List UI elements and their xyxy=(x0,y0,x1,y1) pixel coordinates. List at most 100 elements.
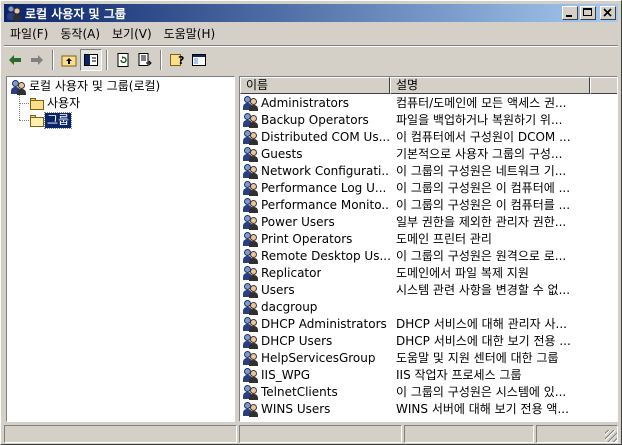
group-description: 시스템 관련 사항을 변경할 수 없... xyxy=(396,283,571,297)
group-description: 도메인에서 파일 복제 지원 xyxy=(396,266,529,280)
table-row[interactable]: Backup Operators 파일을 백업하거나 복원하기 위... xyxy=(240,111,590,128)
show-hide-tree-button[interactable] xyxy=(80,49,102,71)
cell-name: Guests xyxy=(240,146,390,162)
cell-name: dacgroup xyxy=(240,299,390,315)
console-button[interactable] xyxy=(188,49,210,71)
group-description: 컴퓨터/도메인에 모든 액세스 권... xyxy=(396,96,567,110)
cell-name: Network Configurati... xyxy=(240,163,390,179)
table-row[interactable]: Replicator 도메인에서 파일 복제 지원 xyxy=(240,264,590,281)
cell-name: Replicator xyxy=(240,265,390,281)
tree-item-groups[interactable]: 그룹 xyxy=(29,112,73,129)
cell-name: Distributed COM Us... xyxy=(240,129,390,145)
tree-item-users[interactable]: 사용자 xyxy=(29,95,82,112)
title-bar[interactable]: 로컬 사용자 및 그룹 xyxy=(4,4,618,22)
resize-grip[interactable] xyxy=(605,430,617,442)
table-row[interactable]: DHCP Administrators DHCP 서비스에 대해 관리자 사... xyxy=(240,315,590,332)
status-bar xyxy=(4,425,618,443)
cell-name: Remote Desktop Us... xyxy=(240,248,390,264)
table-row[interactable]: Guests 기본적으로 사용자 그룹의 구성... xyxy=(240,145,590,162)
toolbar-divider xyxy=(52,50,54,70)
table-row[interactable]: Print Operators 도메인 프린터 관리 xyxy=(240,230,590,247)
group-icon xyxy=(243,248,259,264)
show-hide-tree-icon xyxy=(84,54,98,66)
back-button[interactable] xyxy=(4,49,26,71)
cell-name: Administrators xyxy=(240,95,390,111)
tree-pane[interactable]: 로컬 사용자 및 그룹(로컬) 사용자 그룹 xyxy=(6,76,235,422)
close-button[interactable] xyxy=(600,6,616,20)
export-list-icon xyxy=(138,53,152,66)
cell-name: Backup Operators xyxy=(240,112,390,128)
group-icon xyxy=(243,350,259,366)
group-icon xyxy=(243,384,259,400)
table-row[interactable]: Network Configurati... 이 그룹의 구성원은 네트워크 기.… xyxy=(240,162,590,179)
console-icon xyxy=(192,54,206,66)
folder-icon xyxy=(29,97,45,111)
tree-connector xyxy=(19,95,20,120)
table-row[interactable]: dacgroup xyxy=(240,298,590,315)
column-header-name[interactable]: 이름 xyxy=(240,77,390,94)
help-button[interactable]: ? xyxy=(166,49,188,71)
tree-root[interactable]: 로컬 사용자 및 그룹(로컬) xyxy=(11,78,162,95)
group-description: DHCP 서비스에 대한 보기 전용 ... xyxy=(396,334,571,348)
minimize-button[interactable] xyxy=(562,6,578,20)
cell-name: DHCP Users xyxy=(240,333,390,349)
group-description: 도메인 프린터 관리 xyxy=(396,232,492,246)
help-icon: ? xyxy=(170,54,184,67)
group-name: Performance Log U... xyxy=(261,180,387,195)
group-name: WINS Users xyxy=(261,401,331,416)
open-folder-icon xyxy=(29,114,45,128)
table-row[interactable]: WINS Users WINS 서버에 대해 보기 전용 액... xyxy=(240,400,590,417)
up-one-level-button[interactable] xyxy=(58,49,80,71)
status-cell xyxy=(4,425,237,443)
menu-bar: 파일(F) 동작(A) 보기(V) 도움말(H) xyxy=(4,24,618,44)
table-row[interactable]: IIS_WPG IIS 작업자 프로세스 그룹 xyxy=(240,366,590,383)
group-icon xyxy=(243,197,259,213)
window-title: 로컬 사용자 및 그룹 xyxy=(25,6,126,21)
tree-connector xyxy=(19,103,29,104)
group-description: WINS 서버에 대해 보기 전용 액... xyxy=(396,402,569,416)
cell-name: Performance Monito... xyxy=(240,197,390,213)
cell-name: HelpServicesGroup xyxy=(240,350,390,366)
group-description: 파일을 백업하거나 복원하기 위... xyxy=(396,113,563,127)
status-cell xyxy=(404,425,534,443)
users-groups-icon xyxy=(6,5,22,21)
table-row[interactable]: Performance Monito... 이 그룹의 구성원은 이 컴퓨터를 .… xyxy=(240,196,590,213)
column-header-description[interactable]: 설명 xyxy=(390,77,590,94)
export-list-button[interactable] xyxy=(134,49,156,71)
group-description: 이 컴퓨터에서 구성원이 DCOM ... xyxy=(396,130,571,144)
group-name: Guests xyxy=(261,146,303,161)
cell-name: TelnetClients xyxy=(240,384,390,400)
menu-file[interactable]: 파일(F) xyxy=(4,25,54,43)
group-description: 이 그룹의 구성원은 이 컴퓨터를 ... xyxy=(396,198,571,212)
list-pane[interactable]: 이름 설명 Administrators 컴퓨터/도메인에 모든 액세스 권...… xyxy=(239,76,618,422)
group-description: 기본적으로 사용자 그룹의 구성... xyxy=(396,147,563,161)
table-row[interactable]: DHCP Users DHCP 서비스에 대한 보기 전용 ... xyxy=(240,332,590,349)
maximize-button[interactable] xyxy=(580,6,596,20)
table-row[interactable]: Administrators 컴퓨터/도메인에 모든 액세스 권... xyxy=(240,94,590,111)
cell-name: DHCP Administrators xyxy=(240,316,390,332)
table-row[interactable]: TelnetClients 이 그룹의 구성원은 시스템에 있... xyxy=(240,383,590,400)
group-icon xyxy=(243,129,259,145)
cell-name: Performance Log U... xyxy=(240,180,390,196)
group-icon xyxy=(243,95,259,111)
group-icon xyxy=(243,265,259,281)
back-arrow-icon xyxy=(9,55,21,65)
menu-action[interactable]: 동작(A) xyxy=(54,25,106,43)
group-name: Distributed COM Us... xyxy=(261,129,390,144)
table-row[interactable]: Users 시스템 관련 사항을 변경할 수 없... xyxy=(240,281,590,298)
toolbar-divider xyxy=(160,50,162,70)
table-row[interactable]: HelpServicesGroup 도움말 및 지원 센터에 대한 그룹 xyxy=(240,349,590,366)
menu-view[interactable]: 보기(V) xyxy=(106,25,158,43)
group-description: 이 그룹의 구성원은 원격으로 로... xyxy=(396,249,567,263)
table-row[interactable]: Performance Log U... 이 그룹의 구성원은 이 컴퓨터에 ..… xyxy=(240,179,590,196)
group-icon xyxy=(243,112,259,128)
table-row[interactable]: Distributed COM Us... 이 컴퓨터에서 구성원이 DCOM .… xyxy=(240,128,590,145)
status-cell xyxy=(536,425,618,443)
menu-help[interactable]: 도움말(H) xyxy=(158,25,222,43)
tree-connector xyxy=(19,120,29,121)
group-name: Performance Monito... xyxy=(261,197,390,212)
refresh-button[interactable] xyxy=(112,49,134,71)
table-row[interactable]: Power Users 일부 권한을 제외한 관리자 권한... xyxy=(240,213,590,230)
table-row[interactable]: Remote Desktop Us... 이 그룹의 구성원은 원격으로 로... xyxy=(240,247,590,264)
forward-button[interactable] xyxy=(26,49,48,71)
